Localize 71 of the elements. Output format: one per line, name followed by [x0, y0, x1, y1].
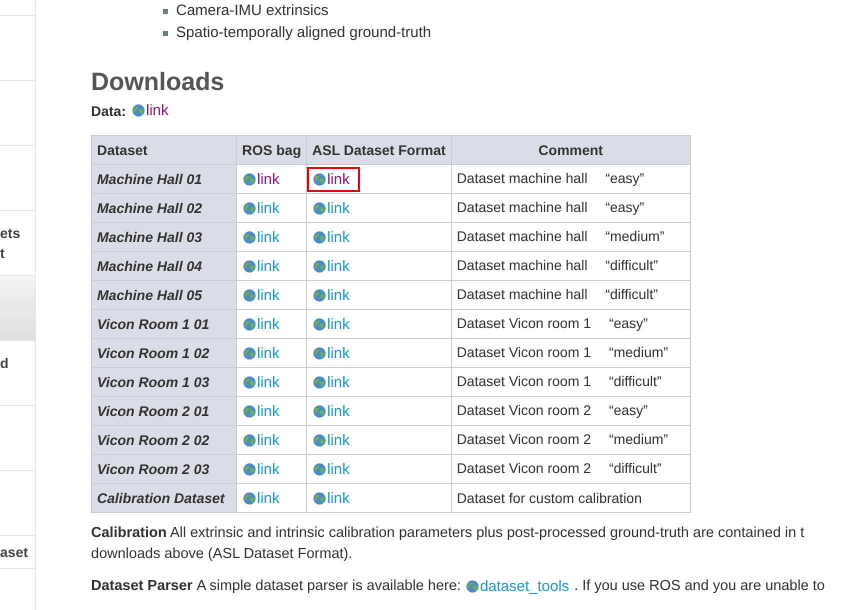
dataset-name-cell: Machine Hall 05 [92, 280, 236, 310]
column-header: Comment [451, 136, 690, 164]
globe-icon [243, 202, 256, 214]
comment-cell: Dataset machine hall “easy” [451, 194, 690, 222]
comment-cell: Dataset machine hall “difficult” [451, 280, 690, 310]
globe-icon [313, 434, 326, 446]
globe-icon [243, 288, 256, 302]
link[interactable]: link [126, 99, 175, 122]
comment-cell: Dataset machine hall “medium” [451, 222, 690, 252]
paragraph-text: A simple dataset parser is available here: [196, 577, 461, 596]
globe-icon [132, 104, 146, 117]
dataset-name-cell: Vicon Room 1 02 [92, 338, 236, 368]
globe-icon [243, 376, 256, 388]
comment-cell: Dataset Vicon room 2 “difficult” [451, 454, 690, 484]
parser-label: Dataset Parser [91, 577, 193, 596]
paragraph-line: Calibration All extrinsic and intrinsic calibration parameters plus post-processed ground-truth are contained in t [91, 524, 806, 543]
dataset-name-cell: Machine Hall 01 [92, 164, 236, 194]
comment-cell: Dataset for custom calibration [451, 484, 690, 512]
globe-icon [243, 404, 256, 418]
link[interactable]: dataset_tools [460, 573, 576, 600]
column-header: ROS bag [236, 136, 307, 164]
globe-icon [243, 172, 256, 186]
dataset-name-cell: Vicon Room 1 03 [92, 368, 236, 396]
paragraph-text: . If you use ROS and you are unable to [574, 577, 825, 596]
data-label: Data: [91, 102, 126, 118]
column-header: ASL Dataset Format [306, 136, 452, 164]
globe-icon [243, 492, 256, 504]
dataset-name-cell: Machine Hall 02 [92, 194, 236, 222]
section-heading: Downloads [91, 68, 226, 97]
sidebar-item[interactable]: d [0, 341, 35, 406]
highlighted-link[interactable]: link [307, 166, 360, 192]
globe-icon [313, 230, 326, 244]
globe-icon [313, 318, 326, 330]
dataset-name-cell: Vicon Room 2 01 [92, 396, 236, 426]
globe-icon [243, 230, 256, 244]
comment-cell: Dataset machine hall “difficult” [451, 252, 690, 280]
globe-icon [466, 580, 479, 593]
comment-cell: Dataset machine hall “easy” [451, 164, 690, 194]
dataset-name-cell: Vicon Room 1 01 [92, 310, 236, 338]
globe-icon [243, 318, 256, 330]
list-item: Camera-IMU extrinsics [176, 1, 329, 21]
comment-cell: Dataset Vicon room 2 “medium” [451, 426, 690, 454]
globe-icon [243, 346, 256, 360]
comment-cell: Dataset Vicon room 1 “medium” [451, 338, 690, 368]
globe-icon [313, 492, 326, 504]
bullet-icon [163, 8, 168, 14]
paragraph-line: downloads above (ASL Dataset Format). [91, 545, 354, 564]
list-item: Spatio-temporally aligned ground-truth [176, 23, 432, 43]
globe-icon [313, 404, 326, 418]
globe-icon [243, 260, 256, 272]
comment-cell: Dataset Vicon room 1 “easy” [451, 310, 690, 338]
globe-icon [243, 462, 256, 476]
globe-icon [313, 172, 326, 186]
globe-icon [243, 434, 256, 446]
globe-icon [313, 376, 326, 388]
dataset-name-cell: Vicon Room 2 02 [92, 426, 236, 454]
sidebar-item[interactable]: aset [0, 536, 35, 569]
sidebar-item[interactable] [0, 276, 35, 341]
globe-icon [313, 202, 326, 214]
globe-icon [313, 288, 326, 302]
comment-cell: Dataset Vicon room 1 “difficult” [451, 368, 690, 396]
dataset-name-cell: Calibration Dataset [92, 484, 236, 512]
globe-icon [313, 462, 326, 476]
dataset-name-cell: Vicon Room 2 03 [92, 454, 236, 484]
comment-cell: Dataset Vicon room 2 “easy” [451, 396, 690, 426]
column-header: Dataset [92, 136, 236, 164]
dataset-name-cell: Machine Hall 04 [92, 252, 236, 280]
globe-icon [313, 260, 326, 272]
dataset-name-cell: Machine Hall 03 [92, 222, 236, 252]
bullet-icon [163, 30, 168, 36]
globe-icon [313, 346, 326, 360]
